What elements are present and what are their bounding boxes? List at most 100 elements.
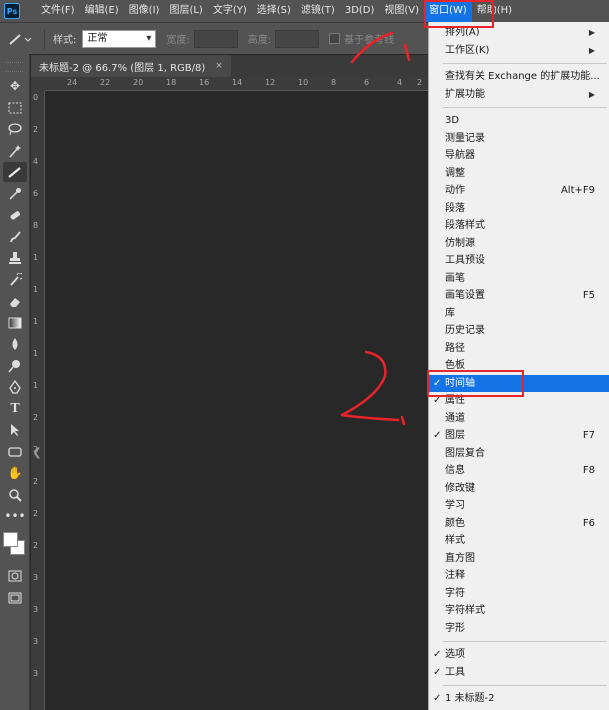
menu-item-swatches[interactable]: 色板	[429, 357, 609, 375]
document-canvas[interactable]	[46, 92, 428, 710]
chevron-left-icon[interactable]: ❮	[31, 440, 43, 464]
style-select[interactable]: 正常	[82, 29, 157, 48]
menu-item-tools[interactable]: ✓ 工具	[429, 664, 609, 682]
menu-item-options[interactable]: ✓ 选项	[429, 646, 609, 664]
hand-icon[interactable]: ✋	[3, 463, 27, 483]
menu-select[interactable]: 选择(S)	[252, 0, 296, 22]
menu-item-libraries[interactable]: 库	[429, 305, 609, 323]
menu-layer[interactable]: 图层(L)	[164, 0, 207, 22]
menu-item-paragraph[interactable]: 段落	[429, 200, 609, 218]
menu-item-info[interactable]: 信息 F8	[429, 462, 609, 480]
menu-item-layer-comps[interactable]: 图层复合	[429, 445, 609, 463]
menu-item-extensions[interactable]: 扩展功能 ▶	[429, 86, 609, 104]
menu-item-histogram[interactable]: 直方图	[429, 550, 609, 568]
menu-item-modifier-keys[interactable]: 修改键	[429, 480, 609, 498]
gradient-icon[interactable]	[3, 313, 27, 333]
healing-brush-icon[interactable]	[3, 205, 27, 225]
menu-item-open-document[interactable]: ✓ 1 未标题-2	[429, 690, 609, 708]
tool-preset-picker[interactable]	[8, 29, 36, 49]
menu-item-label: 库	[445, 307, 455, 319]
menu-item-brush-settings[interactable]: 画笔设置 F5	[429, 287, 609, 305]
menu-item-timeline[interactable]: ✓ 时间轴	[429, 374, 609, 392]
menu-type[interactable]: 文字(Y)	[208, 0, 252, 22]
more-tools-icon[interactable]: •••	[3, 506, 27, 526]
menu-item-glyphs[interactable]: 字形	[429, 620, 609, 638]
clone-stamp-icon[interactable]	[3, 248, 27, 268]
ruler-v-label: 2	[33, 477, 39, 486]
close-icon[interactable]: ×	[215, 61, 223, 71]
type-icon[interactable]: T	[3, 399, 27, 419]
style-label: 样式:	[53, 35, 77, 46]
toolbar-grip[interactable]	[6, 62, 23, 72]
ruler-h-label: 4	[397, 78, 403, 87]
quick-mask-icon[interactable]	[3, 566, 27, 586]
menu-item-label: 路径	[445, 342, 465, 354]
menu-3d[interactable]: 3D(D)	[340, 0, 380, 22]
screen-mode-icon[interactable]	[3, 588, 27, 608]
ruler-tool-icon[interactable]	[3, 162, 27, 182]
menu-item-brushes[interactable]: 画笔	[429, 270, 609, 288]
brush-icon[interactable]	[3, 227, 27, 247]
menu-item-arrange[interactable]: 排列(A) ▶	[429, 24, 609, 42]
ruler-v-label: 8	[33, 221, 39, 230]
dodge-icon[interactable]	[3, 356, 27, 376]
path-select-icon[interactable]	[3, 420, 27, 440]
menu-item-label: 工具预设	[445, 255, 485, 266]
document-tab[interactable]: 未标题-2 @ 66.7% (图层 1, RGB/8) ×	[31, 55, 231, 77]
menu-item-label: 字符样式	[445, 605, 485, 616]
ruler-h-label: 10	[298, 78, 309, 87]
menu-item-paths[interactable]: 路径	[429, 340, 609, 358]
color-swatches[interactable]	[1, 530, 29, 562]
menu-item-paragraph-styles[interactable]: 段落样式	[429, 217, 609, 235]
menu-file[interactable]: 文件(F)	[36, 0, 80, 22]
marquee-icon[interactable]	[3, 98, 27, 118]
menu-item-properties[interactable]: ✓ 属性	[429, 392, 609, 410]
menu-help[interactable]: 帮助(H)	[472, 0, 517, 22]
menu-item-character-styles[interactable]: 字符样式	[429, 602, 609, 620]
menu-edit[interactable]: 编辑(E)	[80, 0, 124, 22]
menu-item-3d[interactable]: 3D	[429, 112, 609, 130]
menu-item-learn[interactable]: 学习	[429, 497, 609, 515]
menu-view[interactable]: 视图(V)	[379, 0, 424, 22]
menu-filter[interactable]: 滤镜(T)	[296, 0, 340, 22]
magic-wand-icon[interactable]	[3, 141, 27, 161]
menu-item-navigator[interactable]: 导航器	[429, 147, 609, 165]
move-icon[interactable]: ✥	[3, 76, 27, 96]
menu-item-label: 历史记录	[445, 325, 485, 336]
menu-image[interactable]: 图像(I)	[124, 0, 165, 22]
menu-item-history[interactable]: 历史记录	[429, 322, 609, 340]
menu-item-label: 段落	[445, 202, 465, 214]
menu-item-adjustments[interactable]: 调整	[429, 165, 609, 183]
menu-item-color[interactable]: 颜色 F6	[429, 515, 609, 533]
foreground-color-swatch[interactable]	[3, 532, 18, 547]
menu-item-character[interactable]: 字符	[429, 585, 609, 603]
check-icon: ✓	[433, 666, 442, 678]
document-tab-bar: 未标题-2 @ 66.7% (图层 1, RGB/8) ×	[31, 55, 428, 77]
menu-item-label: 3D	[445, 115, 460, 126]
menu-item-notes[interactable]: 注释	[429, 567, 609, 585]
menu-item-measurement-log[interactable]: 测量记录	[429, 130, 609, 148]
ruler-h-label: 2	[417, 78, 423, 87]
ruler-v-label: 1	[33, 285, 39, 294]
eraser-icon[interactable]	[3, 291, 27, 311]
height-field[interactable]	[275, 29, 320, 48]
menu-item-tool-presets[interactable]: 工具预设	[429, 252, 609, 270]
menu-item-styles[interactable]: 样式	[429, 532, 609, 550]
menu-item-workspace[interactable]: 工作区(K) ▶	[429, 42, 609, 60]
blur-icon[interactable]	[3, 334, 27, 354]
lasso-icon[interactable]	[3, 119, 27, 139]
menu-window[interactable]: 窗口(W)	[424, 0, 472, 22]
menu-item-actions[interactable]: 动作 Alt+F9	[429, 182, 609, 200]
rectangle-icon[interactable]	[3, 442, 27, 462]
menu-item-channels[interactable]: 通道	[429, 410, 609, 428]
menu-item-layers[interactable]: ✓ 图层 F7	[429, 427, 609, 445]
zoom-icon[interactable]	[3, 485, 27, 505]
history-brush-icon[interactable]	[3, 270, 27, 290]
pen-icon[interactable]	[3, 377, 27, 397]
guides-checkbox[interactable]	[329, 33, 341, 44]
menu-item-label: 选项	[445, 649, 465, 660]
width-field[interactable]	[193, 29, 238, 48]
eyedropper-icon[interactable]	[3, 184, 27, 204]
menu-item-find-extensions[interactable]: 查找有关 Exchange 的扩展功能...	[429, 68, 609, 86]
menu-item-clone-source[interactable]: 仿制源	[429, 235, 609, 253]
